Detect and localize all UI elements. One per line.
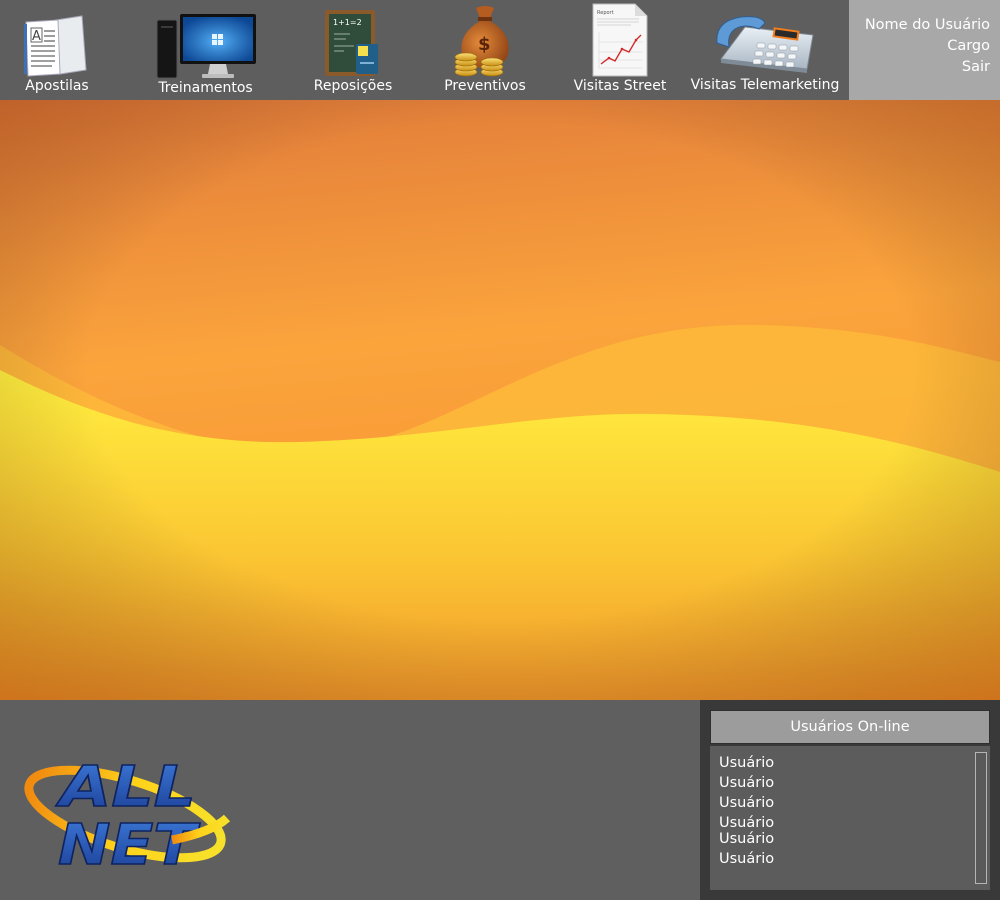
nav-label: Apostilas xyxy=(25,78,89,94)
nav-preventivos[interactable]: $ Preventivos xyxy=(440,0,530,100)
svg-text:ALL: ALL xyxy=(55,755,196,820)
top-navigation-bar: A Apostilas Treinamentos 1+1=2 Reposiçõe… xyxy=(0,0,1000,100)
list-item[interactable]: Usuário xyxy=(719,794,774,814)
chalkboard-icon: 1+1=2 xyxy=(320,0,386,78)
user-role: Cargo xyxy=(947,38,990,54)
list-item[interactable]: Usuário xyxy=(719,754,774,774)
list-item[interactable]: Usuário xyxy=(719,814,774,831)
logout-link[interactable]: Sair xyxy=(849,57,990,78)
nav-label: Visitas Telemarketing xyxy=(690,77,840,93)
online-users-list: Usuário Usuário Usuário Usuário Usuário … xyxy=(710,746,990,890)
nav-label: Preventivos xyxy=(444,78,526,94)
nav-visitas-telemarketing[interactable]: Visitas Telemarketing xyxy=(690,0,840,100)
list-item[interactable]: Usuário xyxy=(719,850,774,870)
svg-text:Report: Report xyxy=(597,10,614,16)
telephone-icon xyxy=(711,0,819,77)
online-users-title: Usuários On-line xyxy=(710,710,990,744)
svg-text:$: $ xyxy=(478,34,491,55)
nav-label: Reposições xyxy=(313,78,393,94)
report-chart-icon: Report xyxy=(591,0,649,78)
footer: ALL NET Usuários On-line Usuário Usuário… xyxy=(0,700,1000,900)
list-item[interactable]: Usuário xyxy=(719,774,774,794)
nav-visitas-street[interactable]: Report Visitas Street xyxy=(570,0,670,100)
nav-reposicoes[interactable]: 1+1=2 Reposições xyxy=(305,0,401,100)
nav-apostilas[interactable]: A Apostilas xyxy=(17,0,97,100)
scrollbar[interactable] xyxy=(975,752,987,884)
money-bag-coins-icon: $ xyxy=(452,0,518,78)
hero-background xyxy=(0,100,1000,700)
user-name: Nome do Usuário xyxy=(864,17,990,33)
svg-text:A: A xyxy=(32,29,41,44)
nav-treinamentos[interactable]: Treinamentos xyxy=(148,0,263,100)
nav-label: Visitas Street xyxy=(573,78,667,94)
allnet-logo: ALL NET xyxy=(22,748,232,879)
nav-label: Treinamentos xyxy=(158,80,253,96)
computer-monitor-icon xyxy=(154,0,258,80)
online-users-panel: Usuários On-line Usuário Usuário Usuário… xyxy=(700,700,1000,900)
document-icon: A xyxy=(22,0,92,78)
list-item[interactable]: Usuário xyxy=(719,830,774,850)
svg-text:1+1=2: 1+1=2 xyxy=(333,18,362,27)
user-panel: Nome do Usuário Cargo Sair xyxy=(849,0,1000,100)
